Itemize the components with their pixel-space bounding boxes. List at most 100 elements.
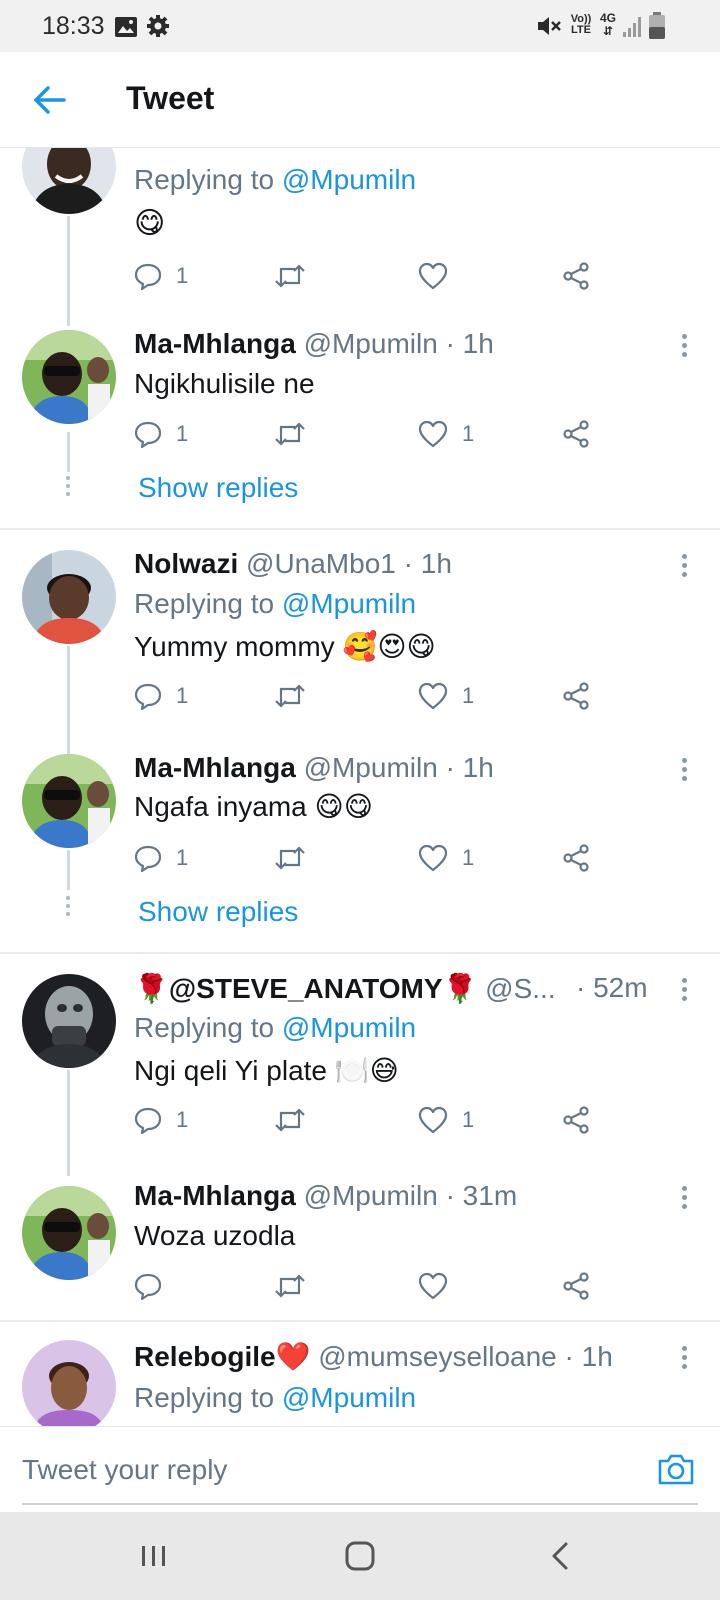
- share-icon: [563, 1106, 589, 1134]
- tweet-time: · 1h: [403, 548, 452, 579]
- camera-icon[interactable]: [656, 1449, 696, 1489]
- like-count: 1: [462, 683, 475, 708]
- show-replies-link[interactable]: Show replies: [138, 896, 298, 928]
- tweet-time: · 1h: [445, 328, 494, 359]
- share-icon: [563, 420, 589, 448]
- share-icon: [563, 844, 589, 872]
- author-name[interactable]: Relebogile❤️: [134, 1341, 310, 1372]
- avatar[interactable]: [22, 550, 116, 644]
- reply-button[interactable]: 1: [134, 1102, 188, 1138]
- retweet-button[interactable]: [274, 416, 306, 452]
- tweet-text: Ngi qeli Yi plate 🍽️😅: [134, 1055, 399, 1086]
- tweet-text: Yummy mommy 🥰😍😋: [134, 631, 436, 662]
- like-button[interactable]: 1: [418, 1102, 474, 1138]
- share-button[interactable]: [562, 1268, 590, 1304]
- like-count: 1: [462, 1107, 475, 1132]
- reply-button[interactable]: 1: [134, 258, 188, 294]
- avatar[interactable]: [22, 1186, 116, 1280]
- avatar[interactable]: [22, 330, 116, 424]
- reply-feed[interactable]: Replying to @Mpumiln 😋 1 Ma-Mhlanga @Mpu…: [0, 148, 720, 1426]
- mention-link[interactable]: @Mpumiln: [282, 1012, 416, 1043]
- avatar-photo: [22, 1186, 116, 1280]
- author-handle: @UnaMbo1: [246, 548, 396, 579]
- share-button[interactable]: [562, 416, 590, 452]
- like-button[interactable]: 1: [418, 840, 474, 876]
- reply-count: 1: [176, 845, 189, 870]
- avatar-photo: [22, 550, 116, 644]
- back-icon[interactable]: [540, 1534, 584, 1578]
- avatar[interactable]: [22, 1340, 116, 1426]
- thread-more-dots: [66, 476, 71, 500]
- recent-apps-icon[interactable]: [132, 1534, 176, 1578]
- like-button[interactable]: 1: [418, 678, 474, 714]
- replying-to: Replying to @Mpumiln: [134, 1382, 416, 1414]
- author-name[interactable]: Ma-Mhlanga: [134, 1180, 296, 1211]
- author-handle: @S...: [485, 973, 556, 1004]
- tweet-time: · 31m: [445, 1180, 518, 1211]
- settings-icon: [147, 15, 169, 37]
- tweet-item[interactable]: Ma-Mhlanga @Mpumiln · 1h Ngikhulisile ne…: [0, 316, 720, 528]
- like-button[interactable]: 1: [418, 416, 474, 452]
- retweet-icon: [275, 684, 305, 708]
- arrow-left-icon[interactable]: [28, 78, 72, 122]
- retweet-button[interactable]: [274, 678, 306, 714]
- more-options-icon[interactable]: [674, 334, 694, 364]
- show-replies-link[interactable]: Show replies: [138, 472, 298, 504]
- reply-button[interactable]: [134, 1268, 176, 1304]
- retweet-button[interactable]: [274, 1268, 306, 1304]
- retweet-icon: [275, 1108, 305, 1132]
- tweet-item[interactable]: Relebogile❤️ @mumseyselloane · 1h Replyi…: [0, 1322, 720, 1426]
- avatar[interactable]: [22, 754, 116, 848]
- reply-button[interactable]: 1: [134, 416, 188, 452]
- share-icon: [563, 682, 589, 710]
- signal-icon: [623, 17, 641, 37]
- retweet-button[interactable]: [274, 840, 306, 876]
- share-button[interactable]: [562, 840, 590, 876]
- thread-line: [67, 850, 70, 890]
- mute-icon: [538, 17, 561, 35]
- more-options-icon[interactable]: [674, 554, 694, 584]
- share-button[interactable]: [562, 1102, 590, 1138]
- tweet-item[interactable]: Replying to @Mpumiln 😋 1: [0, 148, 720, 326]
- reply-button[interactable]: 1: [134, 840, 188, 876]
- share-button[interactable]: [562, 258, 590, 294]
- more-options-icon[interactable]: [674, 1346, 694, 1376]
- tweet-item[interactable]: 🌹@STEVE_ANATOMY🌹 @S... · 52m Replying to…: [0, 954, 720, 1176]
- tweet-text: Woza uzodla: [134, 1220, 296, 1251]
- reply-button[interactable]: 1: [134, 678, 188, 714]
- author-name[interactable]: Ma-Mhlanga: [134, 328, 296, 359]
- tweet-item[interactable]: Ma-Mhlanga @Mpumiln · 1h Ngafa inyama 😋😋…: [0, 752, 720, 952]
- retweet-button[interactable]: [274, 258, 306, 294]
- tweet-text: Ngafa inyama 😋😋: [134, 791, 373, 822]
- share-button[interactable]: [562, 678, 590, 714]
- mention-link[interactable]: @Mpumiln: [282, 1382, 416, 1413]
- more-options-icon[interactable]: [674, 1186, 694, 1216]
- like-button[interactable]: [418, 1268, 462, 1304]
- author-name[interactable]: 🌹@STEVE_ANATOMY🌹: [134, 973, 477, 1004]
- tweet-item[interactable]: Nolwazi @UnaMbo1 · 1h Replying to @Mpumi…: [0, 530, 720, 754]
- retweet-icon: [275, 422, 305, 446]
- tweet-header: Relebogile❤️ @mumseyselloane · 1h: [134, 1340, 613, 1373]
- replying-to: Replying to @Mpumiln: [134, 588, 416, 620]
- reply-icon: [134, 421, 162, 448]
- tweet-reply-input[interactable]: [22, 1445, 682, 1495]
- more-options-icon[interactable]: [674, 978, 694, 1008]
- tweet-actions: 1: [134, 258, 604, 294]
- tweet-actions: 1 1: [134, 416, 604, 452]
- home-icon[interactable]: [338, 1534, 382, 1578]
- network-label: 4G: [599, 11, 616, 25]
- avatar[interactable]: [22, 148, 116, 214]
- avatar[interactable]: [22, 974, 116, 1068]
- volte-icon: Vo)) LTE: [570, 13, 592, 36]
- author-name[interactable]: Nolwazi: [134, 548, 238, 579]
- like-button[interactable]: [418, 258, 462, 294]
- tweet-item[interactable]: Ma-Mhlanga @Mpumiln · 31m Woza uzodla: [0, 1176, 720, 1320]
- reply-icon: [134, 845, 162, 872]
- mention-link[interactable]: @Mpumiln: [282, 588, 416, 619]
- author-name[interactable]: Ma-Mhlanga: [134, 752, 296, 783]
- tweet-time: · 52m: [576, 972, 648, 1003]
- retweet-button[interactable]: [274, 1102, 306, 1138]
- mention-link[interactable]: @Mpumiln: [282, 164, 416, 195]
- more-options-icon[interactable]: [674, 758, 694, 788]
- retweet-icon: [275, 264, 305, 288]
